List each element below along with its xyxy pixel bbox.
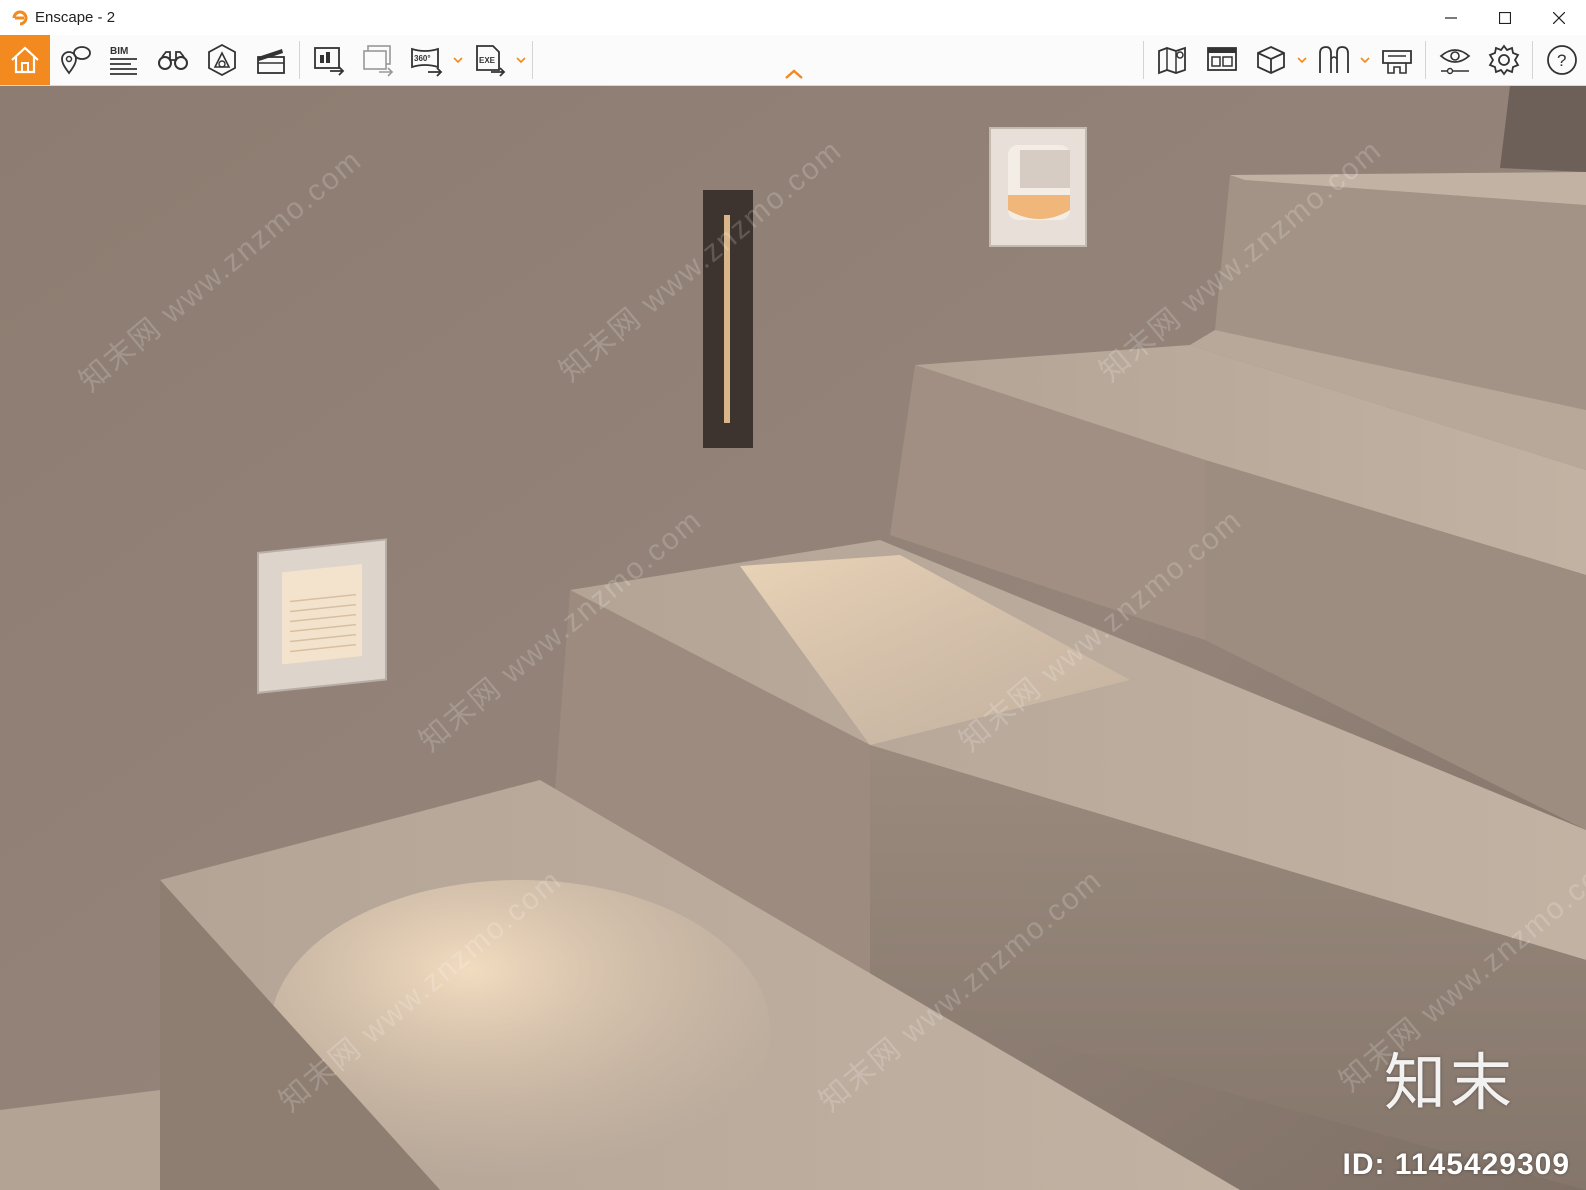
panorama-label: 360° bbox=[414, 54, 431, 63]
map-icon bbox=[1157, 46, 1186, 75]
toolbar-separator bbox=[532, 41, 533, 79]
close-icon bbox=[1553, 11, 1565, 24]
visual-settings-button[interactable] bbox=[1430, 35, 1479, 85]
wall-light-sensor bbox=[989, 127, 1087, 247]
toolbar-separator bbox=[1143, 41, 1144, 79]
wall-light-square bbox=[257, 538, 387, 694]
export-exe-button[interactable]: EXE bbox=[465, 35, 514, 85]
toolbar-separator bbox=[1425, 41, 1426, 79]
chevron-down-icon bbox=[1360, 57, 1370, 63]
stair-riser bbox=[1500, 86, 1586, 172]
toolbar-separator bbox=[1532, 41, 1533, 79]
maximize-button[interactable] bbox=[1478, 0, 1532, 35]
help-icon: ? bbox=[1546, 45, 1577, 75]
title-bar: Enscape - 2 bbox=[0, 0, 1586, 35]
location-pin-icon bbox=[60, 46, 91, 75]
window-title: Enscape - 2 bbox=[35, 9, 116, 26]
batch-render-icon bbox=[362, 45, 393, 77]
maximize-icon bbox=[1499, 11, 1511, 24]
render-export-icon bbox=[313, 47, 344, 76]
binoculars-icon bbox=[157, 51, 188, 70]
cube-icon bbox=[1256, 46, 1285, 74]
gear-icon bbox=[1488, 44, 1519, 76]
screenshot-button[interactable] bbox=[304, 35, 353, 85]
chevron-down-icon bbox=[1297, 57, 1307, 63]
asset-library-button[interactable] bbox=[197, 35, 246, 85]
settings-button[interactable] bbox=[1479, 35, 1528, 85]
map-button[interactable] bbox=[1148, 35, 1197, 85]
vr-button[interactable] bbox=[1309, 35, 1358, 85]
minimize-button[interactable] bbox=[1424, 0, 1478, 35]
exe-label: EXE bbox=[479, 56, 496, 65]
image-id-label: ID: 1145429309 bbox=[1342, 1148, 1570, 1181]
vr-dropdown[interactable] bbox=[1358, 35, 1372, 85]
enscape-logo-icon bbox=[12, 10, 28, 25]
brand-logo-text: 知末 bbox=[1383, 1046, 1516, 1119]
export-exe-icon: EXE bbox=[475, 45, 505, 77]
bim-icon: BIM bbox=[109, 46, 137, 75]
views-box-dropdown[interactable] bbox=[1295, 35, 1309, 85]
vr-icon bbox=[1318, 46, 1349, 73]
toolbar-right-group: ? bbox=[1139, 35, 1586, 85]
export-dropdown[interactable] bbox=[514, 35, 528, 85]
close-button[interactable] bbox=[1532, 0, 1586, 35]
help-button[interactable]: ? bbox=[1537, 35, 1586, 85]
minimap-button[interactable] bbox=[1197, 35, 1246, 85]
panorama-icon: 360° bbox=[410, 47, 442, 77]
video-editor-button[interactable] bbox=[246, 35, 295, 85]
headset-icon bbox=[1381, 50, 1412, 74]
toolbar-left-group: BIM 360° EXE bbox=[0, 35, 537, 85]
walk-mode-button[interactable] bbox=[148, 35, 197, 85]
chevron-up-icon bbox=[785, 69, 803, 79]
headset-button[interactable] bbox=[1372, 35, 1421, 85]
bim-label: BIM bbox=[110, 46, 128, 57]
home-icon bbox=[11, 46, 39, 74]
bim-button[interactable]: BIM bbox=[99, 35, 148, 85]
asset-library-icon bbox=[207, 43, 236, 77]
eye-settings-icon bbox=[1439, 49, 1470, 75]
panorama-button[interactable]: 360° bbox=[402, 35, 451, 85]
panorama-dropdown[interactable] bbox=[451, 35, 465, 85]
minimize-icon bbox=[1445, 16, 1457, 19]
toolbar-separator bbox=[299, 41, 300, 79]
render-viewport[interactable]: 知末网 www.znzmo.com 知末网 www.znzmo.com 知末网 … bbox=[0, 86, 1586, 1190]
chevron-down-icon bbox=[516, 57, 526, 63]
minimap-icon bbox=[1206, 47, 1237, 71]
chevron-down-icon bbox=[453, 57, 463, 63]
batch-render-button[interactable] bbox=[353, 35, 402, 85]
views-box-button[interactable] bbox=[1246, 35, 1295, 85]
help-label: ? bbox=[1557, 51, 1566, 70]
home-button[interactable] bbox=[0, 35, 50, 85]
window-controls bbox=[1424, 0, 1586, 35]
clapperboard-icon bbox=[256, 49, 285, 74]
views-button[interactable] bbox=[50, 35, 99, 85]
collapse-toolbar-button[interactable] bbox=[783, 66, 805, 82]
